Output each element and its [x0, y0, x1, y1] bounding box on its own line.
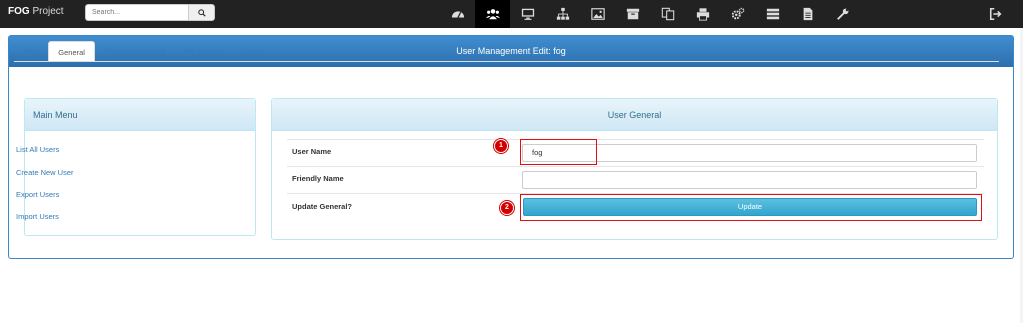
snapins-icon[interactable] — [650, 0, 685, 28]
friendly-name-label: Friendly Name — [292, 174, 344, 183]
tasks-icon[interactable] — [755, 0, 790, 28]
search-input[interactable] — [85, 4, 188, 21]
groups-icon[interactable] — [545, 0, 580, 28]
annotation-badge-1: 1 — [494, 139, 508, 153]
menu-item-import-users[interactable]: Import Users — [16, 212, 59, 221]
annotation-box-2 — [520, 194, 982, 221]
reports-icon[interactable] — [790, 0, 825, 28]
menu-item-export-users[interactable]: Export Users — [16, 190, 59, 199]
users-icon[interactable] — [475, 0, 510, 28]
search-bar — [85, 4, 215, 21]
row-divider — [287, 166, 984, 167]
user-general-title: User General — [272, 99, 997, 131]
tab-divider — [14, 61, 999, 62]
brand-logo[interactable]: FOG Project — [8, 6, 64, 17]
plugins-icon[interactable] — [825, 0, 860, 28]
hosts-icon[interactable] — [510, 0, 545, 28]
tab-general[interactable]: General — [48, 41, 95, 62]
search-icon — [197, 8, 206, 17]
menu-item-list-all-users[interactable]: List All Users — [16, 145, 59, 154]
top-navbar: FOG Project — [0, 0, 1023, 28]
tab-delete[interactable]: Delete — [233, 41, 273, 62]
printers-icon[interactable] — [685, 0, 720, 28]
tab-change-password[interactable]: Change password — [95, 41, 173, 62]
search-button[interactable] — [188, 4, 215, 21]
tab-bar: Info▾ General Change password API Settin… — [14, 41, 272, 62]
annotation-badge-2: 2 — [500, 201, 514, 215]
username-label: User Name — [292, 147, 332, 156]
friendly-name-field[interactable] — [522, 171, 977, 189]
images-icon[interactable] — [580, 0, 615, 28]
settings-icon[interactable] — [720, 0, 755, 28]
annotation-box-1 — [520, 139, 597, 165]
dashboard-icon[interactable] — [440, 0, 475, 28]
main-nav-icons — [440, 0, 860, 28]
tab-info[interactable]: Info▾ — [14, 41, 48, 62]
tab-api-settings[interactable]: API Settings — [173, 41, 232, 62]
row-divider — [287, 139, 984, 140]
storage-icon[interactable] — [615, 0, 650, 28]
main-menu-title: Main Menu — [25, 99, 255, 131]
menu-item-create-new-user[interactable]: Create New User — [16, 168, 74, 177]
logout-icon[interactable] — [989, 7, 1003, 21]
update-general-label: Update General? — [292, 202, 353, 211]
